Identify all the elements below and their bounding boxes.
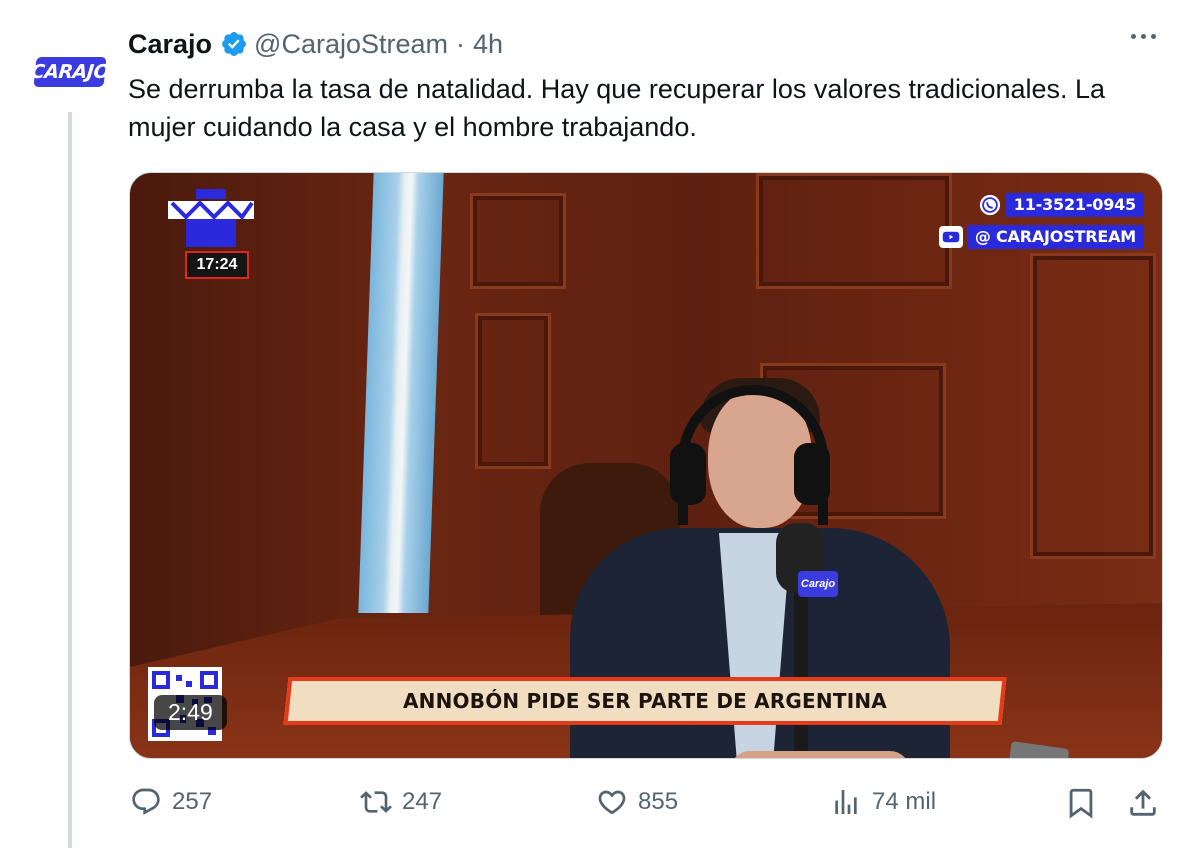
repost-button[interactable]: 247	[360, 786, 442, 818]
thread-line	[68, 112, 72, 848]
reply-button[interactable]: 257	[130, 786, 212, 818]
like-button[interactable]: 855	[596, 786, 678, 818]
tweet-actions: 257 247 855 74 mil	[128, 780, 1164, 830]
tweet-text: Se derrumba la tasa de natalidad. Hay qu…	[128, 74, 1106, 142]
reply-icon	[132, 788, 160, 815]
youtube-icon	[938, 226, 963, 248]
repost-icon	[360, 791, 392, 813]
headline-text: ANNOBÓN PIDE SER PARTE DE ARGENTINA	[403, 689, 887, 713]
mic-badge: Carajo	[798, 571, 838, 597]
more-dot	[1141, 34, 1146, 39]
headphone-earcup	[794, 443, 830, 505]
youtube-contact: @ CARAJOSTREAM	[938, 225, 1144, 249]
share-icon	[1130, 789, 1156, 816]
youtube-handle: @ CARAJOSTREAM	[966, 225, 1144, 249]
repost-count: 247	[402, 788, 443, 815]
share-button[interactable]	[1126, 786, 1160, 825]
video-player[interactable]: Carajo 17:24 11-3521-0945 @ CARAJOSTREAM…	[129, 172, 1163, 759]
more-dot	[1131, 34, 1136, 39]
wall-panel	[475, 313, 551, 469]
headline-banner: ANNOBÓN PIDE SER PARTE DE ARGENTINA	[283, 677, 1007, 725]
microphone-stand	[794, 593, 808, 758]
verified-badge-icon[interactable]	[220, 30, 248, 58]
like-count: 855	[638, 788, 679, 815]
person-hands	[730, 751, 910, 758]
separator-dot: ·	[456, 28, 466, 59]
stream-logo-icon	[168, 189, 254, 247]
wall-panel	[470, 193, 566, 289]
whatsapp-number: 11-3521-0945	[1005, 193, 1144, 217]
tweet-header: Carajo @CarajoStream · 4h	[128, 24, 503, 64]
clock-overlay: 17:24	[185, 251, 249, 279]
more-icon[interactable]	[1127, 30, 1160, 43]
reply-count: 257	[172, 788, 213, 815]
headphone-earcup	[670, 443, 706, 505]
tweet-time[interactable]: 4h	[473, 29, 503, 60]
video-duration: 2:49	[154, 695, 227, 730]
views-icon	[835, 790, 857, 814]
bookmark-button[interactable]	[1064, 786, 1098, 825]
avatar[interactable]: CARAJO	[30, 36, 110, 108]
argentina-flag	[358, 173, 444, 613]
author-name[interactable]: Carajo	[128, 29, 212, 60]
heart-icon	[598, 790, 626, 815]
views-button[interactable]: 74 mil	[830, 786, 936, 818]
wall-panel	[756, 173, 952, 289]
whatsapp-contact: 11-3521-0945	[978, 193, 1144, 217]
wall-panel	[1030, 253, 1156, 559]
avatar-logo: CARAJO	[30, 57, 110, 87]
more-dot	[1151, 34, 1156, 39]
whatsapp-icon	[978, 194, 1002, 216]
views-count: 74 mil	[872, 788, 937, 815]
bookmark-icon	[1069, 788, 1093, 819]
author-handle[interactable]: @CarajoStream	[254, 29, 448, 60]
